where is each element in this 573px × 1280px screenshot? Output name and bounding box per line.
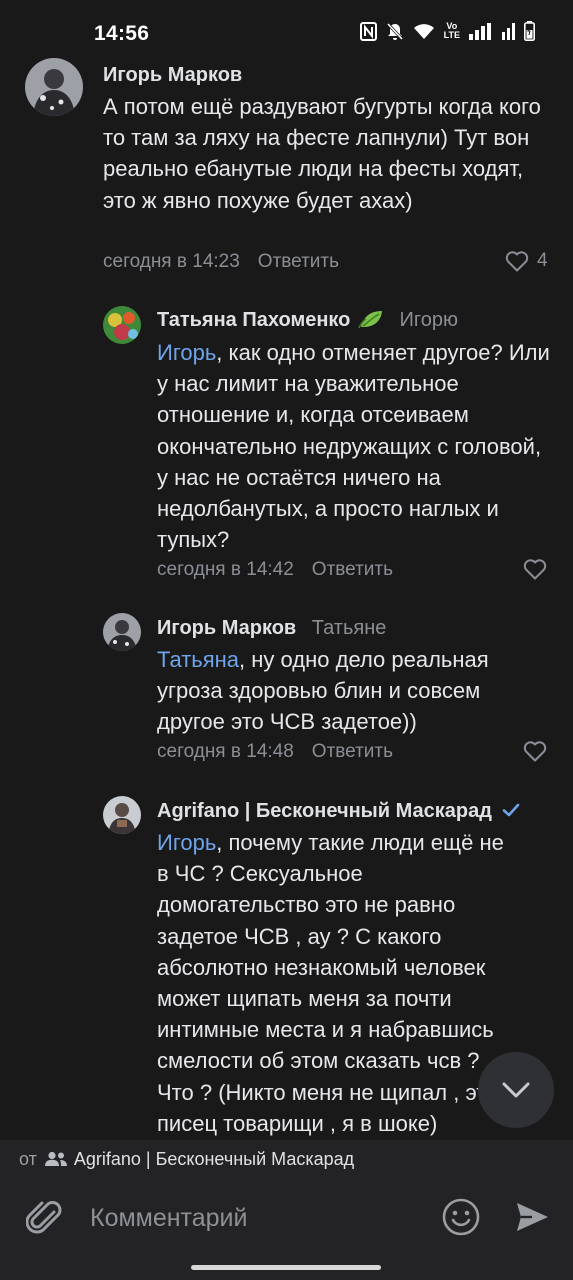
reply-button[interactable]: Ответить [312,559,393,580]
post-as-selector[interactable]: от Agrifano | Бесконечный Маскарад [0,1140,573,1178]
send-icon [517,1203,548,1231]
comment-meta: сегодня в 14:48 Ответить [157,741,393,763]
comment-time: сегодня в 14:48 [157,741,294,762]
avatar[interactable] [103,796,141,834]
comment-body: А потом ещё раздувают бугурты когда кого… [103,94,541,213]
comment-time: сегодня в 14:23 [103,251,240,272]
comment-input[interactable] [90,1200,420,1236]
author-name[interactable]: Игорь Марков [157,617,296,639]
mention-link[interactable]: Татьяна [157,647,239,672]
chevron-down-icon [502,1082,530,1098]
nfc-icon [359,21,377,41]
emoji-button[interactable] [441,1197,481,1242]
mention-link[interactable]: Игорь [157,830,216,855]
attach-button[interactable] [25,1198,64,1243]
heart-icon [523,559,547,580]
comment-body: , почему такие люди ещё не в ЧС ? Сексуа… [157,830,504,1136]
comment-text: Игорь, как одно отменяет другое? Или у н… [157,337,553,555]
comment-meta: сегодня в 14:42 Ответить [157,559,393,581]
comment-author[interactable]: Игорь Марков [103,64,242,87]
mute-icon [386,22,403,40]
status-icons: Vo LTE [359,21,535,41]
system-nav-area [0,1258,573,1280]
comment-author[interactable]: Игорь Марков Татьяне [157,617,386,640]
author-name[interactable]: Татьяна Пахоменко [157,309,350,331]
comment-author[interactable]: Agrifano | Бесконечный Маскарад [157,800,521,823]
reply-to[interactable]: Игорю [400,309,458,331]
signal-2-icon [502,22,515,40]
send-button[interactable] [514,1199,550,1240]
avatar[interactable] [103,306,141,344]
comment-body: , как одно отменяет другое? Или у нас ли… [157,340,550,553]
from-prefix: от [19,1148,37,1169]
like-button[interactable]: 4 [505,250,548,272]
like-button[interactable] [523,740,547,762]
scroll-down-button[interactable] [478,1052,554,1128]
comment-author[interactable]: Татьяна Пахоменко Игорю [157,309,458,332]
avatar[interactable] [25,58,83,116]
status-time: 14:56 [94,22,150,45]
battery-icon [524,21,535,41]
heart-icon [523,741,547,762]
status-bar: 14:56 Vo LTE [0,0,573,58]
author-name[interactable]: Agrifano | Бесконечный Маскарад [157,800,492,822]
home-indicator[interactable] [191,1265,381,1270]
avatar[interactable] [103,613,141,651]
from-name: Agrifano | Бесконечный Маскарад [73,1148,355,1169]
paperclip-icon [25,1201,62,1234]
author-name[interactable]: Игорь Марков [103,64,242,86]
wifi-icon [413,23,434,39]
comments-feed[interactable]: Игорь Марков А потом ещё раздувают бугур… [0,58,573,1140]
leaf-emoji-icon [358,311,382,329]
volte-label: Vo LTE [443,21,460,40]
like-button[interactable] [523,558,547,580]
reply-button[interactable]: Ответить [312,741,393,762]
heart-icon [505,251,529,272]
like-count: 4 [537,250,548,271]
reply-button[interactable]: Ответить [258,251,339,272]
comment-text: Игорь, почему такие люди ещё не в ЧС ? С… [157,827,517,1139]
group-icon [44,1151,68,1167]
signal-icon [469,22,491,40]
comment-time: сегодня в 14:42 [157,559,294,580]
comment-text: Татьяна, ну одно дело реальная угроза зд… [157,644,537,738]
reply-to[interactable]: Татьяне [312,617,387,639]
verified-icon [503,803,520,817]
comment-composer [0,1178,573,1258]
comment-text: А потом ещё раздувают бугурты когда кого… [103,91,543,216]
comment-meta: сегодня в 14:23 Ответить [103,251,339,273]
smile-icon [442,1198,480,1236]
mention-link[interactable]: Игорь [157,340,216,365]
